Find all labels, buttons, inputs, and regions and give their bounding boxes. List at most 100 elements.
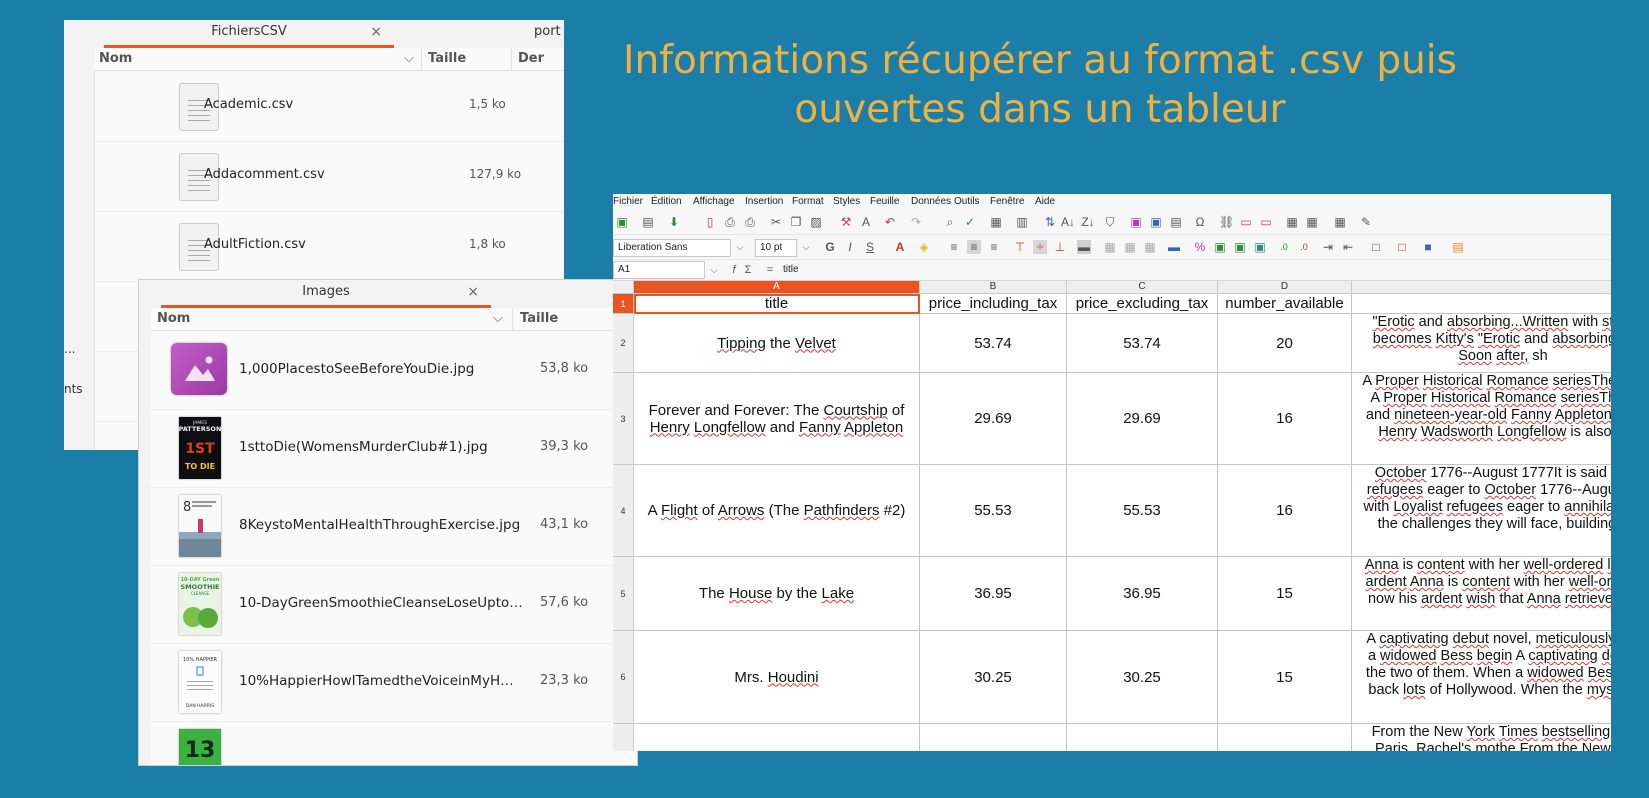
header-cell[interactable]: title <box>634 294 920 314</box>
row-header[interactable] <box>613 724 634 751</box>
menu-edition[interactable]: Édition <box>651 196 682 207</box>
unmerge-icon[interactable]: ▦ <box>1143 240 1157 254</box>
header-cell[interactable]: price_including_tax <box>920 294 1067 314</box>
underline-icon[interactable]: S <box>863 240 877 254</box>
print-preview-icon[interactable]: ⎙ <box>743 215 757 229</box>
open-folder-icon[interactable]: ▤ <box>641 215 655 229</box>
file-row[interactable]: AdultFiction.csv 1,8 ko <box>94 211 564 282</box>
font-size-box[interactable]: 10 pt <box>755 239 797 257</box>
row-header[interactable]: 5 <box>613 557 634 631</box>
hyperlink-icon[interactable]: ⛓ <box>1219 215 1234 229</box>
table-cell[interactable]: 15 <box>1218 631 1352 724</box>
sort-descending-icon[interactable]: Z↓ <box>1081 215 1095 229</box>
grid-lines-icon[interactable]: ▦ <box>1333 215 1347 229</box>
table-cell[interactable] <box>920 724 1067 751</box>
row-header[interactable]: 4 <box>613 465 634 557</box>
sum-icon[interactable]: Σ <box>741 263 755 277</box>
table-cell[interactable]: 16 <box>1218 465 1352 557</box>
column-header-b[interactable]: B <box>920 281 1067 294</box>
merge-center-icon[interactable]: ▦ <box>1123 240 1137 254</box>
clone-formatting-icon[interactable]: ⚒ <box>839 215 853 229</box>
menu-fichier[interactable]: Fichier <box>613 196 643 207</box>
freeze-rows-icon[interactable]: ▦ <box>1285 215 1299 229</box>
image-file-row[interactable]: 13 <box>151 721 637 765</box>
border-color-icon[interactable]: ■ <box>1421 240 1435 254</box>
table-cell[interactable]: 30.25 <box>920 631 1067 724</box>
table-cell[interactable]: 36.95 <box>920 557 1067 631</box>
align-center-icon[interactable]: ≡ <box>967 240 981 254</box>
header-cell[interactable] <box>1352 294 1611 314</box>
menu-donnees[interactable]: Données <box>911 196 951 207</box>
menu-outils[interactable]: Outils <box>954 196 980 207</box>
description-cell[interactable]: From the New York Times bestselling autP… <box>1352 724 1611 751</box>
function-wizard-icon[interactable]: f <box>727 263 741 277</box>
chevron-down-icon[interactable]: ⌵ <box>799 240 813 254</box>
column-header-d[interactable]: D <box>1218 281 1352 294</box>
row-header[interactable]: 2 <box>613 314 634 373</box>
image-file-row[interactable]: 1,000PlacestoSeeBeforeYouDie.jpg 53,8 ko <box>151 331 637 410</box>
insert-chart-icon[interactable]: ▣ <box>1149 215 1163 229</box>
table-cell[interactable]: The House by the Lake <box>634 557 920 631</box>
currency-icon[interactable]: ▬ <box>1167 240 1181 254</box>
percent-icon[interactable]: % <box>1193 240 1207 254</box>
chevron-down-icon[interactable]: ⌵ <box>404 51 414 66</box>
tab-port[interactable]: port <box>534 20 564 48</box>
close-icon[interactable]: × <box>467 280 479 304</box>
sort-ascending-icon[interactable]: A↓ <box>1061 215 1075 229</box>
table-cell[interactable]: 20 <box>1218 314 1352 373</box>
image-file-row[interactable]: JAMES PATTERSON 1ST TO DIE 1sttoDie(Wome… <box>151 409 637 488</box>
table-cell[interactable]: 16 <box>1218 373 1352 465</box>
table-cell[interactable]: 55.53 <box>1067 465 1218 557</box>
date-format-icon[interactable]: ▣ <box>1233 240 1247 254</box>
new-document-icon[interactable]: ▣ <box>615 215 629 229</box>
row-header[interactable]: 6 <box>613 631 634 724</box>
table-cell[interactable]: Mrs. Houdini <box>634 631 920 724</box>
font-name-box[interactable]: Liberation Sans <box>613 239 731 257</box>
split-window-icon[interactable]: ▦ <box>1305 215 1319 229</box>
menu-fenetre[interactable]: Fenêtre <box>990 196 1024 207</box>
paste-icon[interactable]: ▨ <box>809 215 823 229</box>
table-cell[interactable]: A Flight of Arrows (The Pathfinders #2) <box>634 465 920 557</box>
row-icon[interactable]: ▦ <box>989 215 1003 229</box>
description-cell[interactable]: "Erotic and absorbing...Written with sta… <box>1352 314 1611 373</box>
row-header[interactable]: 1 <box>613 294 634 314</box>
chevron-down-icon[interactable]: ⌵ <box>733 240 747 254</box>
select-all-corner[interactable] <box>613 281 634 294</box>
column-header-a[interactable]: A <box>634 281 920 294</box>
formula-input[interactable]: title <box>783 264 799 275</box>
header-cell[interactable]: number_available <box>1218 294 1352 314</box>
column-taille[interactable]: Taille <box>520 311 558 326</box>
description-cell[interactable]: Anna is content with her well-ordered li… <box>1352 557 1611 631</box>
insert-image-icon[interactable]: ▣ <box>1129 215 1143 229</box>
header-footer-icon[interactable]: ▭ <box>1259 215 1273 229</box>
save-icon[interactable]: ⬇ <box>667 215 681 229</box>
row-header[interactable]: 3 <box>613 373 634 465</box>
autofilter-icon[interactable]: ⛉ <box>1103 215 1117 229</box>
table-cell[interactable]: 29.69 <box>1067 373 1218 465</box>
border-style-icon[interactable]: □ <box>1395 240 1409 254</box>
align-top-icon[interactable]: ⊤ <box>1013 240 1027 254</box>
copy-icon[interactable]: ❐ <box>789 215 803 229</box>
file-row[interactable]: Academic.csv 1,5 ko <box>94 71 564 142</box>
redo-icon[interactable]: ↷ <box>909 215 923 229</box>
pivot-table-icon[interactable]: ▤ <box>1169 215 1183 229</box>
menu-insertion[interactable]: Insertion <box>745 196 783 207</box>
table-cell[interactable]: 15 <box>1218 557 1352 631</box>
sidebar-item[interactable]: ... <box>64 342 75 356</box>
italic-icon[interactable]: I <box>843 240 857 254</box>
align-right-icon[interactable]: ≡ <box>987 240 1001 254</box>
center-vertically-icon[interactable]: ÷ <box>1033 240 1047 254</box>
name-box[interactable]: A1 <box>613 261 705 279</box>
column-taille[interactable]: Taille <box>428 51 466 66</box>
column-header-c[interactable]: C <box>1067 281 1218 294</box>
undo-icon[interactable]: ↶ <box>883 215 897 229</box>
highlight-icon[interactable]: ◈ <box>917 240 931 254</box>
description-cell[interactable]: A captivating debut novel, meticulously … <box>1352 631 1611 724</box>
table-cell[interactable]: 55.53 <box>920 465 1067 557</box>
spellcheck-icon[interactable]: ✓ <box>963 215 977 229</box>
table-cell[interactable]: 53.74 <box>1067 314 1218 373</box>
special-character-icon[interactable]: Ω <box>1193 215 1207 229</box>
image-file-row[interactable]: 8 8KeystoMentalHealthThroughExercise.jpg… <box>151 487 637 566</box>
header-cell[interactable]: price_excluding_tax <box>1067 294 1218 314</box>
borders-icon[interactable]: □ <box>1369 240 1383 254</box>
